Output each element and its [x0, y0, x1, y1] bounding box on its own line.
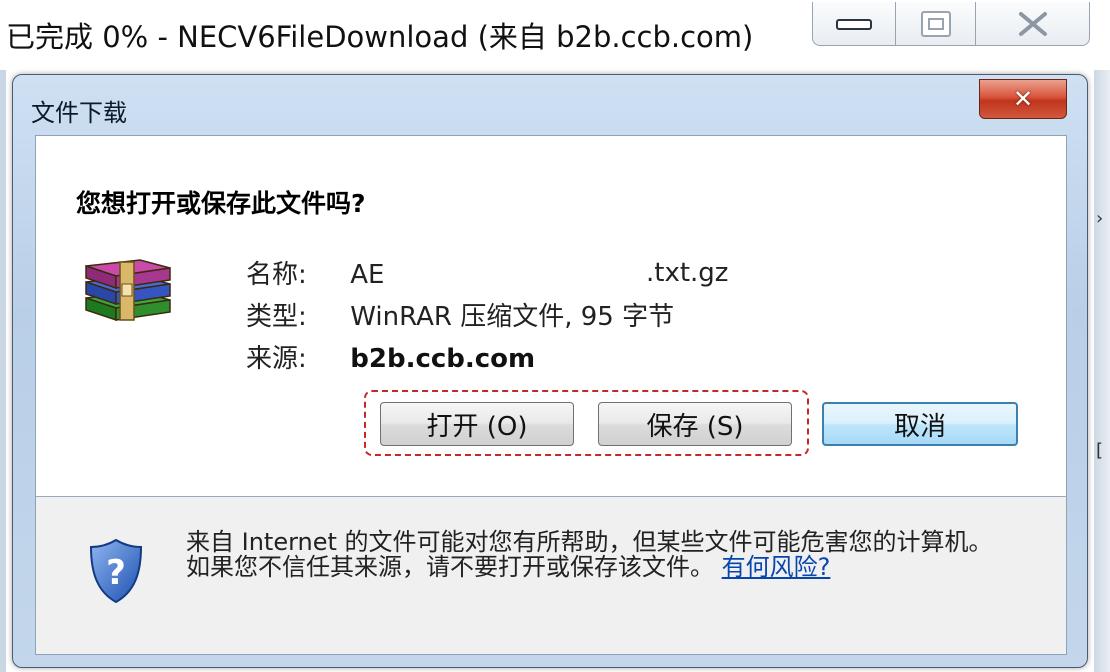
file-type-row: 类型: WinRAR 压缩文件, 95 字节	[246, 296, 674, 333]
dialog-content: 您想打开或保存此文件吗? 名称: AE .txt.gz 类型: WinRAR 压…	[35, 135, 1067, 655]
parent-window: 已完成 0% - NECV6FileDownload (来自 b2b.ccb.c…	[0, 0, 1110, 72]
file-type-value: WinRAR 压缩文件, 95 字节	[350, 302, 675, 332]
parent-window-controls	[812, 2, 1090, 48]
open-button[interactable]: 打开 (O)	[380, 402, 574, 446]
risk-help-link[interactable]: 有何风险?	[722, 553, 831, 581]
file-source-value: b2b.ccb.com	[350, 344, 536, 374]
file-name-row: 名称: AE	[246, 254, 384, 291]
edge-glyph: ›	[1096, 208, 1104, 229]
edge-glyph: [	[1096, 440, 1104, 461]
svg-text:?: ?	[106, 553, 126, 593]
winrar-archive-icon	[85, 259, 171, 322]
file-source-row: 来源: b2b.ccb.com	[246, 338, 535, 375]
cancel-button[interactable]: 取消	[822, 402, 1018, 446]
dialog-title: 文件下载	[31, 99, 127, 127]
minimize-button[interactable]	[812, 2, 896, 46]
security-warning-text: 来自 Internet 的文件可能对您有所帮助，但某些文件可能危害您的计算机。如…	[186, 528, 993, 581]
maximize-button[interactable]	[896, 2, 976, 46]
parent-close-button[interactable]	[976, 2, 1090, 46]
security-warning: 来自 Internet 的文件可能对您有所帮助，但某些文件可能危害您的计算机。如…	[186, 530, 1016, 580]
file-download-dialog: 文件下载 ✕ 您想打开或保存此文件吗? 名称: AE .txt.gz 类型: W…	[12, 74, 1088, 668]
file-type-label: 类型:	[246, 302, 307, 332]
file-name-label: 名称:	[246, 260, 307, 290]
parent-window-right-edge: › [	[1094, 70, 1110, 672]
parent-window-left-edge	[0, 70, 6, 672]
minimize-icon	[836, 18, 872, 30]
close-icon: ✕	[1012, 85, 1034, 113]
file-name-suffix: .txt.gz	[646, 258, 729, 288]
file-source-label: 来源:	[246, 344, 307, 374]
save-button[interactable]: 保存 (S)	[598, 402, 792, 446]
close-icon	[1018, 11, 1047, 36]
maximize-icon	[920, 10, 951, 37]
dialog-close-button[interactable]: ✕	[979, 79, 1067, 119]
parent-window-title: 已完成 0% - NECV6FileDownload (来自 b2b.ccb.c…	[6, 20, 754, 54]
dialog-question: 您想打开或保存此文件吗?	[76, 189, 366, 218]
file-name-value: AE	[350, 260, 385, 290]
shield-question-icon: ?	[89, 538, 143, 604]
